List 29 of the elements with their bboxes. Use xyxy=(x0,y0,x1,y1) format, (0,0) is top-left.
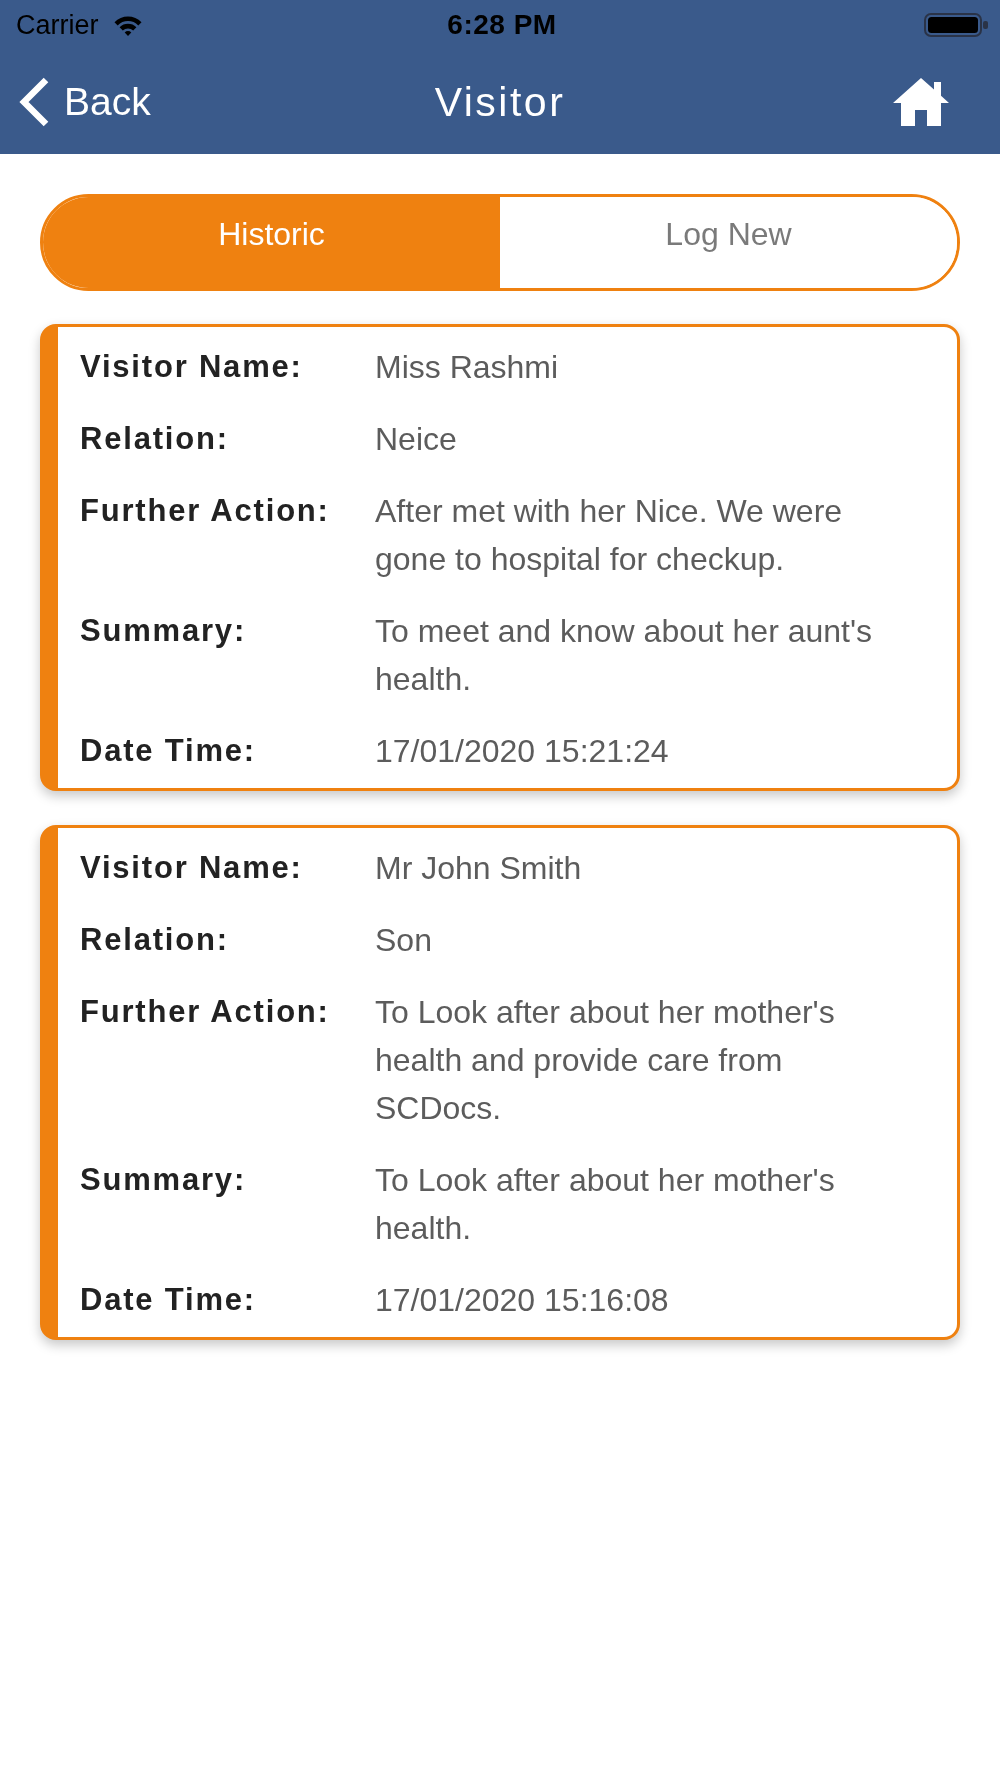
field-value: 17/01/2020 15:16:08 xyxy=(375,1281,670,1320)
field-label: Visitor Name: xyxy=(80,348,304,386)
screen-title: Visitor xyxy=(434,78,566,126)
field-value: To meet and know about her aunt's health. xyxy=(375,612,874,699)
field-label: Date Time: xyxy=(80,732,257,770)
field-label: Relation: xyxy=(80,420,230,458)
field-label: Date Time: xyxy=(80,1281,257,1319)
chevron-left-icon xyxy=(19,77,50,127)
battery-icon xyxy=(924,13,988,37)
field-value: After met with her Nice. We were gone to hospital for checkup. xyxy=(375,492,844,579)
home-icon[interactable] xyxy=(892,77,950,127)
field-value: 17/01/2020 15:21:24 xyxy=(375,732,670,771)
wifi-icon xyxy=(112,14,143,36)
field-label: Visitor Name: xyxy=(80,849,304,887)
field-label: Summary: xyxy=(80,612,247,650)
status-time: 6:28 PM xyxy=(447,9,557,41)
field-value: Neice xyxy=(375,420,458,459)
field-label: Further Action: xyxy=(80,993,331,1031)
field-value: To Look after about her mother's health. xyxy=(375,1161,836,1248)
field-label: Further Action: xyxy=(80,492,331,530)
carrier-name: Carrier xyxy=(16,9,99,41)
field-label: Summary: xyxy=(80,1161,247,1199)
field-value: To Look after about her mother's health and provide care from SCDocs. xyxy=(375,993,836,1128)
field-value: Miss Rashmi xyxy=(375,348,560,387)
field-value: Mr John Smith xyxy=(375,849,583,888)
field-label: Relation: xyxy=(80,921,230,959)
field-value: Son xyxy=(375,921,433,960)
back-button[interactable]: Back xyxy=(0,77,151,127)
tab[interactable]: Historic xyxy=(43,197,500,288)
